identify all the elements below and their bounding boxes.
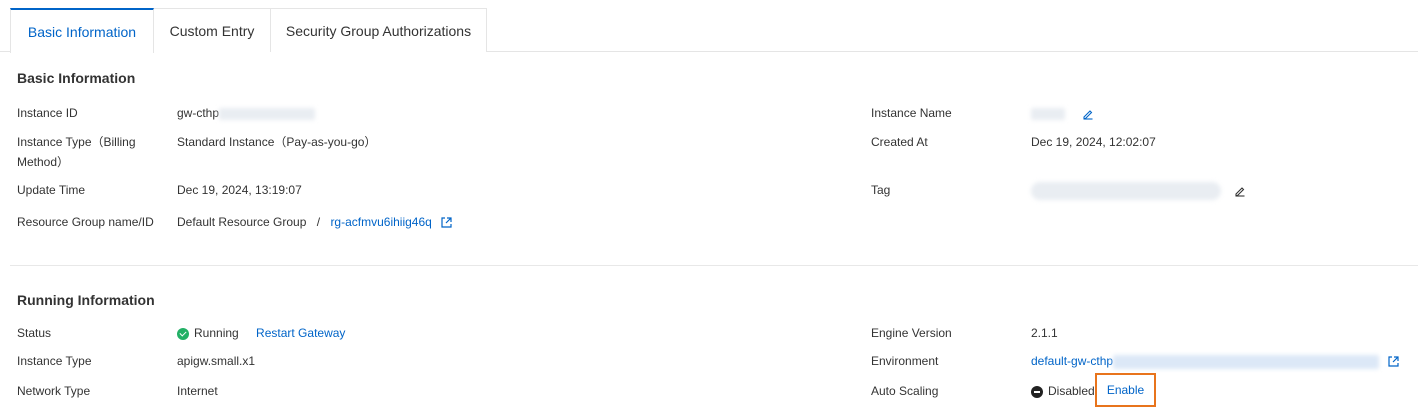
- redacted-tag: [1031, 181, 1221, 200]
- tag-value: [1031, 180, 1246, 200]
- tab-custom-entry[interactable]: Custom Entry: [154, 8, 271, 52]
- environment-label: Environment: [871, 354, 939, 368]
- instance-type-billing-value: Standard Instance（Pay-as-you-go）: [177, 135, 377, 149]
- resource-group-separator: /: [316, 215, 321, 229]
- update-time-label: Update Time: [17, 183, 86, 197]
- tab-security-group-authorizations[interactable]: Security Group Authorizations: [271, 8, 487, 52]
- external-link-icon[interactable]: [441, 217, 452, 228]
- tab-basic-information[interactable]: Basic Information: [10, 8, 154, 53]
- running-instance-type-label: Instance Type: [17, 354, 92, 368]
- resource-group-label: Resource Group name/ID: [17, 215, 154, 229]
- section-divider: [10, 265, 1418, 266]
- instance-name-value: [1031, 103, 1094, 123]
- status-label: Status: [17, 326, 52, 340]
- instance-type-billing-label: Instance Type（Billing Method）: [17, 135, 136, 169]
- network-type-value: Internet: [177, 384, 218, 398]
- tab-bar: Basic Information Custom Entry Security …: [0, 8, 1418, 53]
- restart-gateway-link[interactable]: Restart Gateway: [256, 326, 345, 340]
- external-link-icon[interactable]: [1388, 356, 1399, 367]
- redacted-text: [1031, 107, 1065, 120]
- network-type-label: Network Type: [17, 384, 91, 398]
- edit-icon[interactable]: [1234, 185, 1246, 197]
- enable-highlight-box: Enable: [1095, 373, 1156, 407]
- basic-information-title: Basic Information: [17, 70, 136, 86]
- update-time-value: Dec 19, 2024, 13:19:07: [177, 183, 302, 197]
- resource-group-value: Default Resource Group / rg-acfmvu6ihiig…: [177, 212, 452, 232]
- resource-group-id-link[interactable]: rg-acfmvu6ihiig46q: [330, 215, 431, 229]
- redacted-text: [219, 107, 316, 120]
- enable-auto-scaling-link[interactable]: Enable: [1107, 383, 1144, 397]
- instance-name-label: Instance Name: [871, 106, 952, 120]
- redacted-text: [1113, 354, 1380, 369]
- edit-icon[interactable]: [1082, 108, 1094, 120]
- engine-version-value: 2.1.1: [1031, 326, 1058, 340]
- running-information-title: Running Information: [17, 292, 155, 308]
- disabled-icon: [1031, 385, 1043, 398]
- instance-id-label: Instance ID: [17, 106, 78, 120]
- instance-id-value: gw-cthp: [177, 103, 316, 123]
- running-instance-type-value: apigw.small.x1: [177, 354, 256, 368]
- status-value: Running Restart Gateway: [177, 323, 345, 343]
- resource-group-name: Default Resource Group: [177, 215, 307, 229]
- tag-label: Tag: [871, 183, 891, 197]
- engine-version-label: Engine Version: [871, 326, 952, 340]
- running-check-icon: [177, 327, 189, 340]
- created-at-value: Dec 19, 2024, 12:02:07: [1031, 135, 1156, 149]
- environment-value: default-gw-cthp: [1031, 351, 1399, 371]
- created-at-label: Created At: [871, 135, 928, 149]
- environment-link[interactable]: default-gw-cthp: [1031, 354, 1113, 368]
- auto-scaling-label: Auto Scaling: [871, 384, 939, 398]
- auto-scaling-value: Disabled: [1031, 381, 1095, 401]
